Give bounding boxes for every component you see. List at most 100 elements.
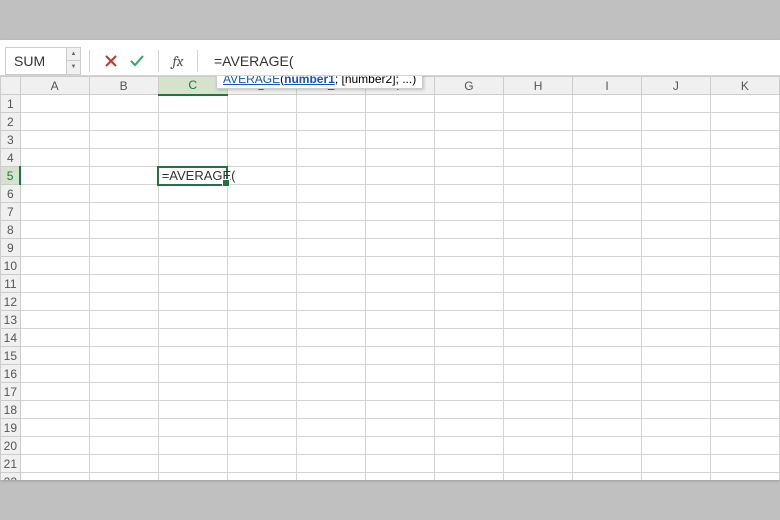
cell[interactable] [434,329,503,347]
grid-area[interactable]: ABCDEFGHIJK 12345=AVERAGE(67891011121314… [0,76,780,480]
spinner-up-icon[interactable]: ▲ [67,48,80,62]
cell[interactable] [296,113,365,131]
cell[interactable] [365,257,434,275]
row-header[interactable]: 6 [1,185,21,203]
cell[interactable] [503,95,572,113]
cell[interactable] [573,365,642,383]
cell[interactable] [710,419,779,437]
row-header[interactable]: 1 [1,95,21,113]
cell[interactable] [503,311,572,329]
cell[interactable] [641,383,710,401]
cell[interactable] [641,437,710,455]
cell[interactable] [365,329,434,347]
spinner-down-icon[interactable]: ▼ [67,61,80,74]
cell[interactable] [365,401,434,419]
cell[interactable] [227,311,296,329]
cell[interactable] [573,293,642,311]
cell[interactable] [503,239,572,257]
cell[interactable] [365,293,434,311]
cell[interactable] [365,455,434,473]
cell[interactable] [227,401,296,419]
cell[interactable] [434,149,503,167]
cell[interactable] [296,293,365,311]
cell[interactable] [710,401,779,419]
cell[interactable] [365,311,434,329]
cell[interactable] [89,329,158,347]
cell[interactable] [710,275,779,293]
cell[interactable] [573,329,642,347]
row-header[interactable]: 3 [1,131,21,149]
row-header[interactable]: 8 [1,221,21,239]
cell[interactable] [296,383,365,401]
cell[interactable] [296,221,365,239]
cell[interactable] [227,113,296,131]
cell[interactable] [641,185,710,203]
column-header[interactable]: A [20,77,89,95]
cell[interactable] [573,221,642,239]
cell[interactable] [227,437,296,455]
cell[interactable] [89,293,158,311]
cell[interactable] [20,383,89,401]
cell[interactable] [434,473,503,481]
row-header[interactable]: 19 [1,419,21,437]
fx-button[interactable]: fx [167,52,189,70]
cell[interactable] [296,419,365,437]
cell[interactable] [434,131,503,149]
cell[interactable] [158,185,227,203]
row-header[interactable]: 13 [1,311,21,329]
cell[interactable] [89,419,158,437]
row-header[interactable]: 5 [1,167,21,185]
cell[interactable] [710,365,779,383]
cell[interactable] [503,203,572,221]
cell[interactable] [20,203,89,221]
cell[interactable] [20,365,89,383]
cell[interactable] [20,113,89,131]
cell[interactable] [20,167,89,185]
cell[interactable] [365,149,434,167]
cell[interactable] [89,347,158,365]
cell[interactable] [296,203,365,221]
cell[interactable] [434,383,503,401]
row-header[interactable]: 4 [1,149,21,167]
cell[interactable] [503,257,572,275]
cell[interactable] [365,185,434,203]
cell[interactable] [365,203,434,221]
cell[interactable] [20,455,89,473]
cell[interactable] [710,221,779,239]
cell[interactable] [710,131,779,149]
cell[interactable] [710,95,779,113]
cell[interactable] [227,257,296,275]
cell[interactable] [227,203,296,221]
cell[interactable] [434,365,503,383]
cell[interactable] [158,257,227,275]
column-header[interactable]: G [434,77,503,95]
cell[interactable] [158,95,227,113]
cell[interactable] [641,293,710,311]
cell[interactable] [434,167,503,185]
column-header[interactable]: H [503,77,572,95]
cell[interactable] [573,203,642,221]
cell[interactable] [89,257,158,275]
cell[interactable] [20,437,89,455]
cell[interactable] [227,473,296,481]
column-header[interactable]: J [641,77,710,95]
cell[interactable] [89,365,158,383]
cell[interactable] [89,221,158,239]
cell[interactable] [296,401,365,419]
cell[interactable] [503,113,572,131]
row-header[interactable]: 16 [1,365,21,383]
cell[interactable] [503,329,572,347]
cell[interactable] [710,203,779,221]
cell[interactable] [434,311,503,329]
cell[interactable] [641,275,710,293]
cell[interactable] [641,401,710,419]
cell[interactable] [710,437,779,455]
cell[interactable] [20,257,89,275]
cell[interactable] [20,149,89,167]
cell[interactable] [227,131,296,149]
cell[interactable] [434,419,503,437]
cell[interactable] [296,275,365,293]
cell[interactable] [296,167,365,185]
cell[interactable] [158,275,227,293]
cell[interactable] [365,419,434,437]
